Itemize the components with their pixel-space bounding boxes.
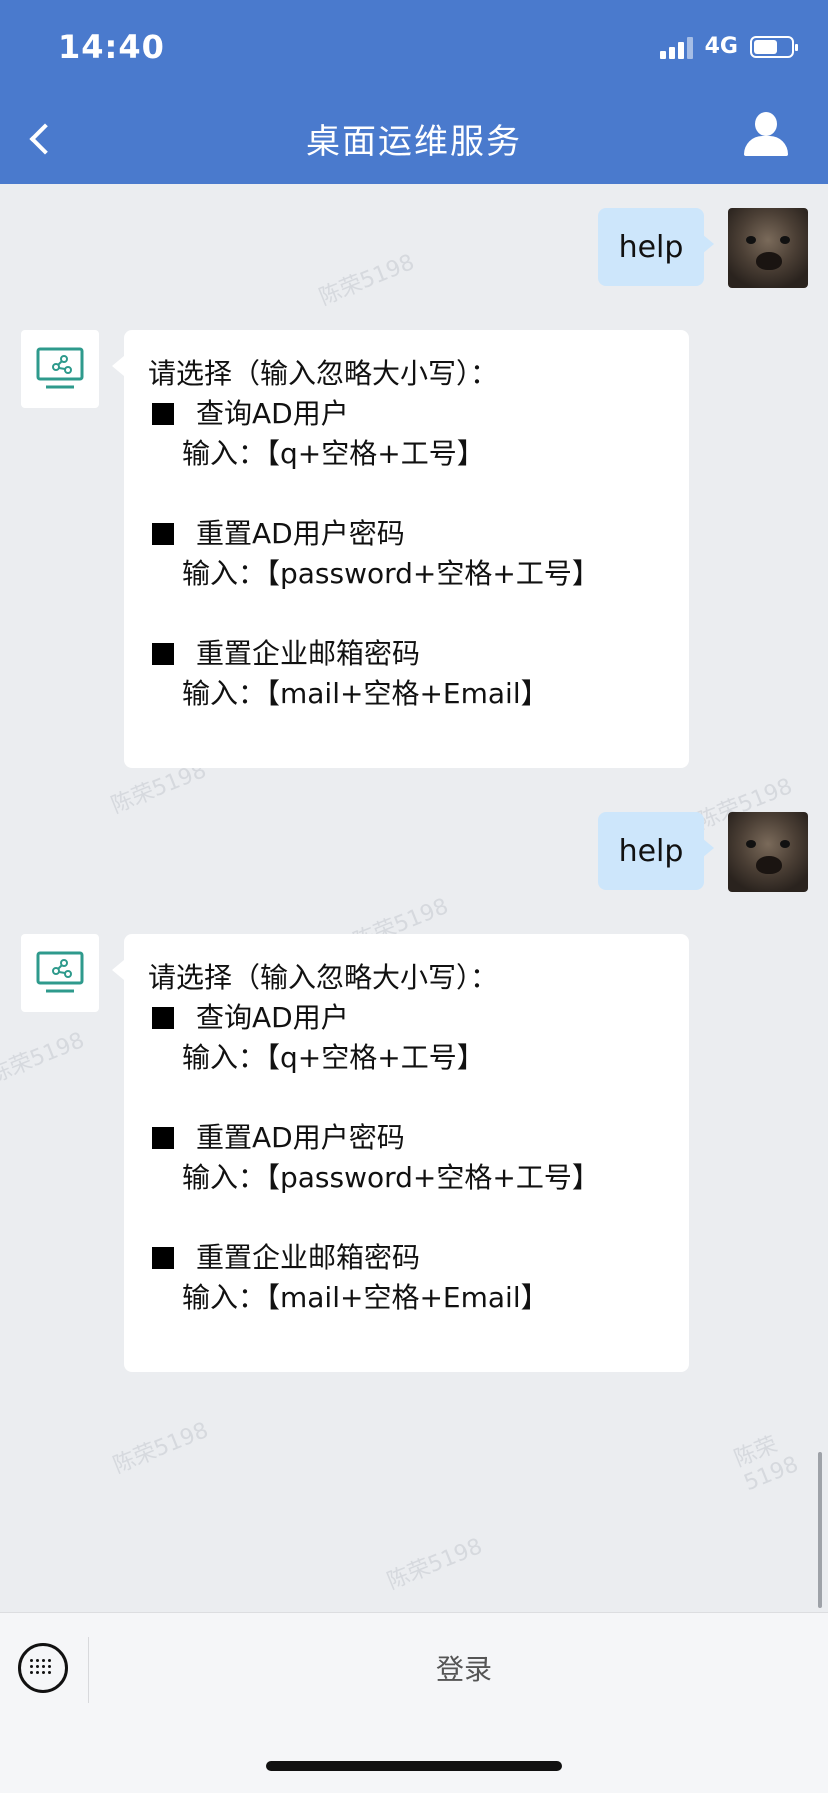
home-indicator[interactable] (266, 1761, 562, 1771)
menu-item: 重置AD用户密码 输入：【password+空格+工号】 (148, 514, 665, 594)
bottom-input-bar: 登录 (0, 1612, 828, 1793)
menu-item-title: 重置AD用户密码 (196, 1121, 405, 1154)
menu-item: 查询AD用户 输入：【q+空格+工号】 (148, 394, 665, 474)
menu-item: 重置AD用户密码 输入：【password+空格+工号】 (148, 1118, 665, 1198)
menu-item-input: 输入：【password+空格+工号】 (182, 557, 600, 590)
keyboard-icon (30, 1659, 56, 1674)
network-type: 4G (704, 34, 738, 59)
user-avatar[interactable] (728, 812, 808, 892)
status-indicators: 4G (659, 34, 798, 59)
watermark: 陈荣5198 (383, 1533, 486, 1595)
nav-header: 14:40 4G 桌面运维服务 (0, 0, 828, 184)
menu-item-input: 输入：【mail+空格+Email】 (182, 677, 549, 710)
monitor-icon (36, 951, 84, 993)
watermark: 陈荣5198 (315, 249, 418, 311)
menu-item-title: 重置企业邮箱密码 (196, 1241, 421, 1274)
bot-message-bubble: 请选择（输入忽略大小写）： 查询AD用户 输入：【q+空格+工号】 重置AD用户… (112, 330, 689, 768)
keyboard-toggle-button[interactable] (18, 1643, 68, 1693)
login-button[interactable]: 登录 (100, 1633, 828, 1703)
menu-item: 重置企业邮箱密码 输入：【mail+空格+Email】 (148, 1238, 665, 1318)
menu-item-input: 输入：【q+空格+工号】 (182, 1041, 485, 1074)
watermark: 陈荣5198 (109, 1417, 212, 1479)
bullet-icon (152, 1007, 174, 1029)
menu-item-input: 输入：【q+空格+工号】 (182, 437, 485, 470)
menu-item-input: 输入：【password+空格+工号】 (182, 1161, 600, 1194)
divider (88, 1637, 89, 1703)
user-message-bubble: help (598, 208, 714, 286)
menu-item-input: 输入：【mail+空格+Email】 (182, 1281, 549, 1314)
bot-message-intro: 请选择（输入忽略大小写）： (148, 961, 499, 994)
menu-item-title: 重置企业邮箱密码 (196, 637, 421, 670)
signal-icon (659, 35, 693, 59)
watermark: 陈荣5198 (730, 1432, 802, 1497)
menu-item-title: 重置AD用户密码 (196, 517, 405, 550)
user-avatar[interactable] (728, 208, 808, 288)
watermark: 陈荣5198 (0, 1027, 88, 1089)
bot-message-intro: 请选择（输入忽略大小写）： (148, 357, 499, 390)
scrollbar[interactable] (818, 1452, 822, 1608)
user-message-bubble: help (598, 812, 714, 890)
battery-icon (750, 35, 798, 58)
menu-item-title: 查询AD用户 (196, 397, 349, 430)
page-title: 桌面运维服务 (306, 122, 522, 162)
menu-item: 查询AD用户 输入：【q+空格+工号】 (148, 998, 665, 1078)
battery-level (754, 39, 777, 54)
user-message-text: help (618, 833, 684, 869)
monitor-icon (36, 347, 84, 389)
bullet-icon (152, 1247, 174, 1269)
bot-avatar[interactable] (21, 934, 99, 1012)
bullet-icon (152, 1127, 174, 1149)
bullet-icon (152, 403, 174, 425)
menu-item: 重置企业邮箱密码 输入：【mail+空格+Email】 (148, 634, 665, 714)
bot-avatar[interactable] (21, 330, 99, 408)
bullet-icon (152, 523, 174, 545)
user-message-text: help (618, 229, 684, 265)
profile-button[interactable] (744, 112, 788, 160)
bot-message-bubble: 请选择（输入忽略大小写）： 查询AD用户 输入：【q+空格+工号】 重置AD用户… (112, 934, 689, 1372)
bullet-icon (152, 643, 174, 665)
status-time: 14:40 (58, 28, 165, 66)
menu-item-title: 查询AD用户 (196, 1001, 349, 1034)
